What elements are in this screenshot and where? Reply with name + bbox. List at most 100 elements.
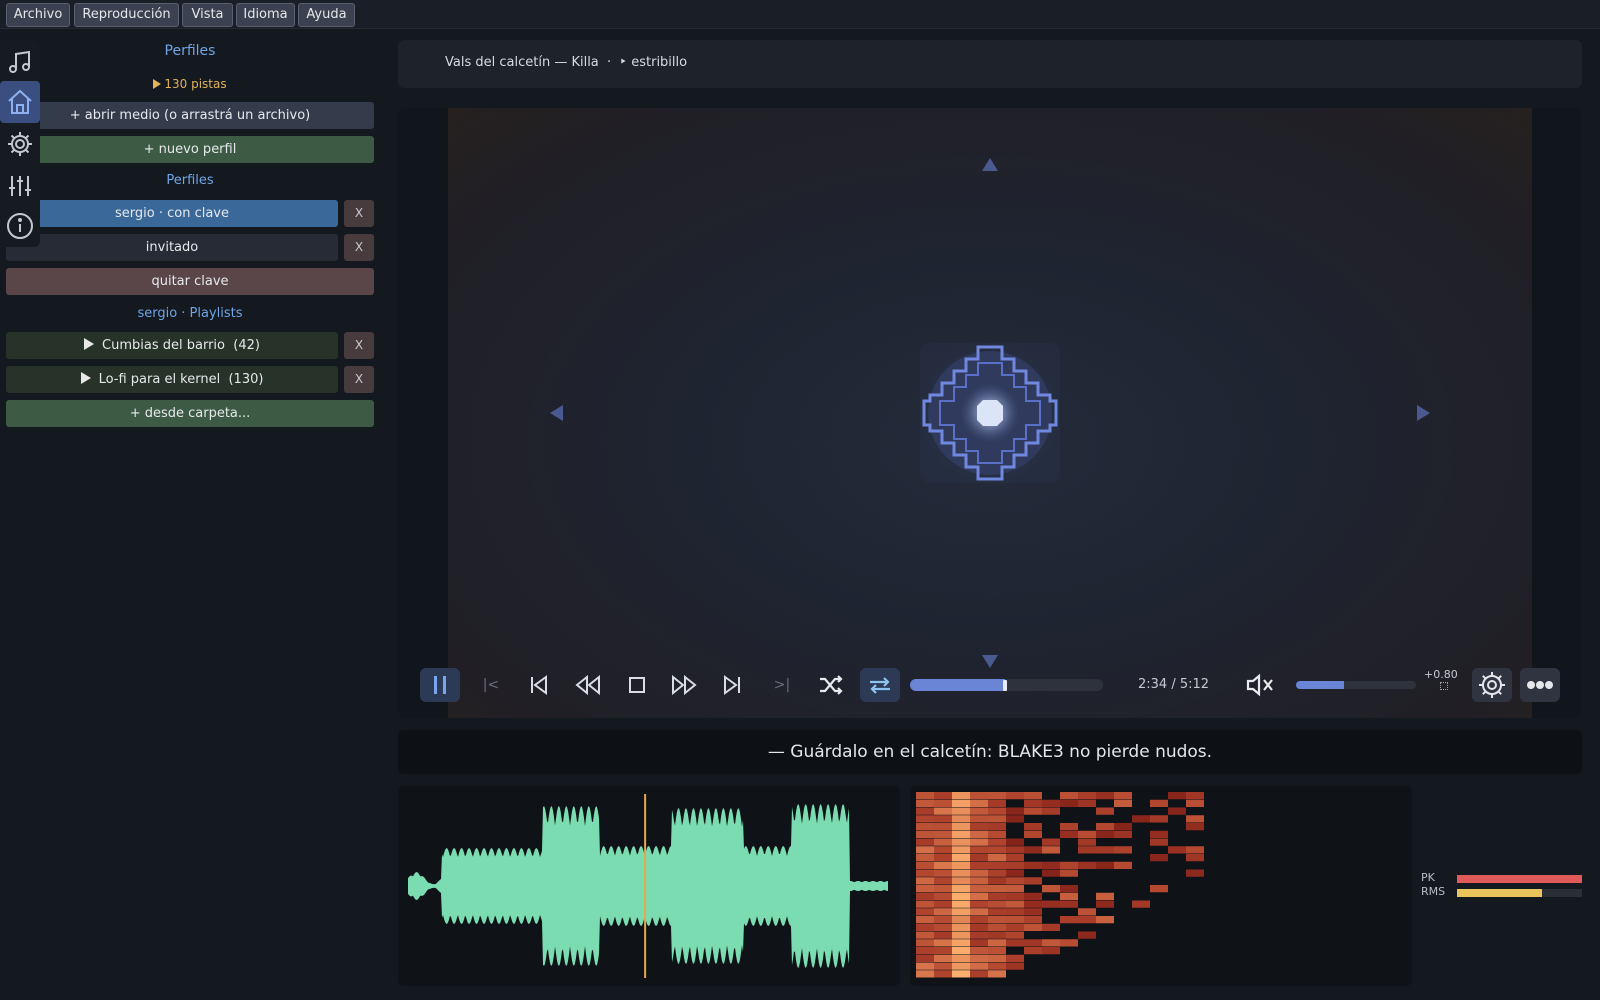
menu-idioma[interactable]: Idioma xyxy=(236,3,295,27)
spectrogram-cell xyxy=(1060,830,1078,838)
spectrogram-cell xyxy=(1078,799,1096,807)
from-folder-button[interactable]: + desde carpeta... xyxy=(6,400,374,427)
gear-icon[interactable] xyxy=(0,123,40,165)
spectrogram-cell xyxy=(1078,838,1096,846)
sliders-icon[interactable] xyxy=(0,165,40,207)
spectrogram-cell xyxy=(1132,815,1150,823)
music-note-icon[interactable] xyxy=(0,41,40,83)
spectrogram-cell xyxy=(934,916,952,924)
spectrogram-cell xyxy=(952,962,970,970)
playlist-item-cumbias[interactable]: Cumbias del barrio (42) xyxy=(6,332,338,359)
shuffle-button[interactable] xyxy=(813,668,849,702)
rewind-button[interactable] xyxy=(570,668,606,702)
spectrogram-cell xyxy=(1150,885,1168,893)
spectrogram-cell xyxy=(1078,792,1096,800)
remove-playlist-button[interactable]: X xyxy=(344,332,374,359)
spectrogram-cell xyxy=(934,931,952,939)
repeat-button[interactable] xyxy=(860,668,900,702)
spectrogram-cell xyxy=(988,877,1006,885)
remove-playlist-button[interactable]: X xyxy=(344,366,374,393)
spectrogram-cell xyxy=(1168,807,1186,815)
spectrogram-cell xyxy=(952,931,970,939)
menu-vista[interactable]: Vista xyxy=(182,3,233,27)
spectrogram xyxy=(916,792,1204,978)
spectrogram-cell xyxy=(934,947,952,955)
waveform xyxy=(408,794,888,978)
remove-profile-button[interactable]: X xyxy=(344,234,374,261)
spectrogram-cell xyxy=(988,962,1006,970)
next-track-button[interactable] xyxy=(715,668,749,702)
remove-profile-button[interactable]: X xyxy=(344,200,374,227)
spectrogram-cell xyxy=(1006,854,1024,862)
info-icon[interactable] xyxy=(0,205,40,247)
menu-reproduccion[interactable]: Reproducción xyxy=(74,3,179,27)
spectrogram-cell xyxy=(952,939,970,947)
waveform-panel[interactable] xyxy=(398,786,900,986)
pause-icon xyxy=(434,676,446,694)
more-dots-icon xyxy=(1527,681,1553,689)
spectrogram-cell xyxy=(970,970,988,978)
spectrogram-cell xyxy=(988,916,1006,924)
spectrogram-cell xyxy=(1006,815,1024,823)
fast-forward-button[interactable] xyxy=(666,668,702,702)
spectrogram-cell xyxy=(916,846,934,854)
menu-ayuda[interactable]: Ayuda xyxy=(298,3,355,27)
spectrogram-cell xyxy=(988,830,1006,838)
remove-key-button[interactable]: quitar clave xyxy=(6,268,374,295)
spectrogram-cell xyxy=(1042,885,1060,893)
menu-bar: Archivo Reproducción Vista Idioma Ayuda xyxy=(0,0,1600,29)
pk-meter-fill xyxy=(1457,875,1582,883)
resize-icon[interactable] xyxy=(1440,682,1448,690)
spectrogram-cell xyxy=(934,830,952,838)
spectrogram-cell xyxy=(1150,854,1168,862)
volume-slider[interactable] xyxy=(1296,681,1416,689)
profile-item-sergio[interactable]: sergio · con clave xyxy=(6,200,338,227)
stop-button[interactable] xyxy=(620,668,654,702)
playlist-item-lofi[interactable]: Lo-fi para el kernel (130) xyxy=(6,366,338,393)
loop-a-button[interactable]: |< xyxy=(474,668,508,702)
pause-button[interactable] xyxy=(420,668,460,702)
spectrogram-cell xyxy=(988,815,1006,823)
open-media-button[interactable]: + abrir medio (o arrastrá un archivo) xyxy=(6,102,374,129)
spectrogram-cell xyxy=(1096,807,1114,815)
volume-muted-icon xyxy=(1246,673,1273,697)
spectrogram-cell xyxy=(952,908,970,916)
spectrogram-cell xyxy=(1024,807,1042,815)
track-count[interactable]: 130 pistas xyxy=(6,77,374,91)
spectrogram-cell xyxy=(1024,823,1042,831)
playlists-heading: sergio · Playlists xyxy=(137,306,243,321)
seek-handle[interactable] xyxy=(1003,680,1008,691)
skip-back-icon xyxy=(531,675,547,695)
spectrogram-cell xyxy=(988,885,1006,893)
spectrogram-cell xyxy=(970,838,988,846)
mute-button[interactable] xyxy=(1242,668,1278,702)
home-icon[interactable] xyxy=(0,81,40,123)
spectrogram-cell xyxy=(916,962,934,970)
spectrogram-cell xyxy=(1024,846,1042,854)
spectrogram-cell xyxy=(952,885,970,893)
new-profile-button[interactable]: + nuevo perfil xyxy=(6,136,374,163)
spectrogram-cell xyxy=(1024,861,1042,869)
spectrogram-cell xyxy=(952,916,970,924)
spectrogram-cell xyxy=(1006,954,1024,962)
spectrogram-cell xyxy=(988,869,1006,877)
loop-b-button[interactable]: >| xyxy=(765,668,799,702)
spectrogram-cell xyxy=(934,854,952,862)
spectrogram-cell xyxy=(1168,792,1186,800)
profile-item-invitado[interactable]: invitado xyxy=(6,234,338,261)
spectrogram-cell xyxy=(988,908,1006,916)
spectrogram-cell xyxy=(988,970,1006,978)
spectrogram-cell xyxy=(1186,869,1204,877)
spectrogram-cell xyxy=(952,830,970,838)
spectrogram-cell xyxy=(1150,838,1168,846)
spectrogram-cell xyxy=(1060,823,1078,831)
previous-track-button[interactable] xyxy=(522,668,556,702)
spectrogram-cell xyxy=(1042,900,1060,908)
spectrogram-cell xyxy=(970,939,988,947)
spectrogram-cell xyxy=(1006,916,1024,924)
more-options-button[interactable] xyxy=(1520,668,1560,702)
gain-readout: +0.80 xyxy=(1424,668,1458,681)
settings-button[interactable] xyxy=(1472,668,1512,702)
menu-archivo[interactable]: Archivo xyxy=(6,3,70,27)
spectrogram-cell xyxy=(1078,916,1096,924)
